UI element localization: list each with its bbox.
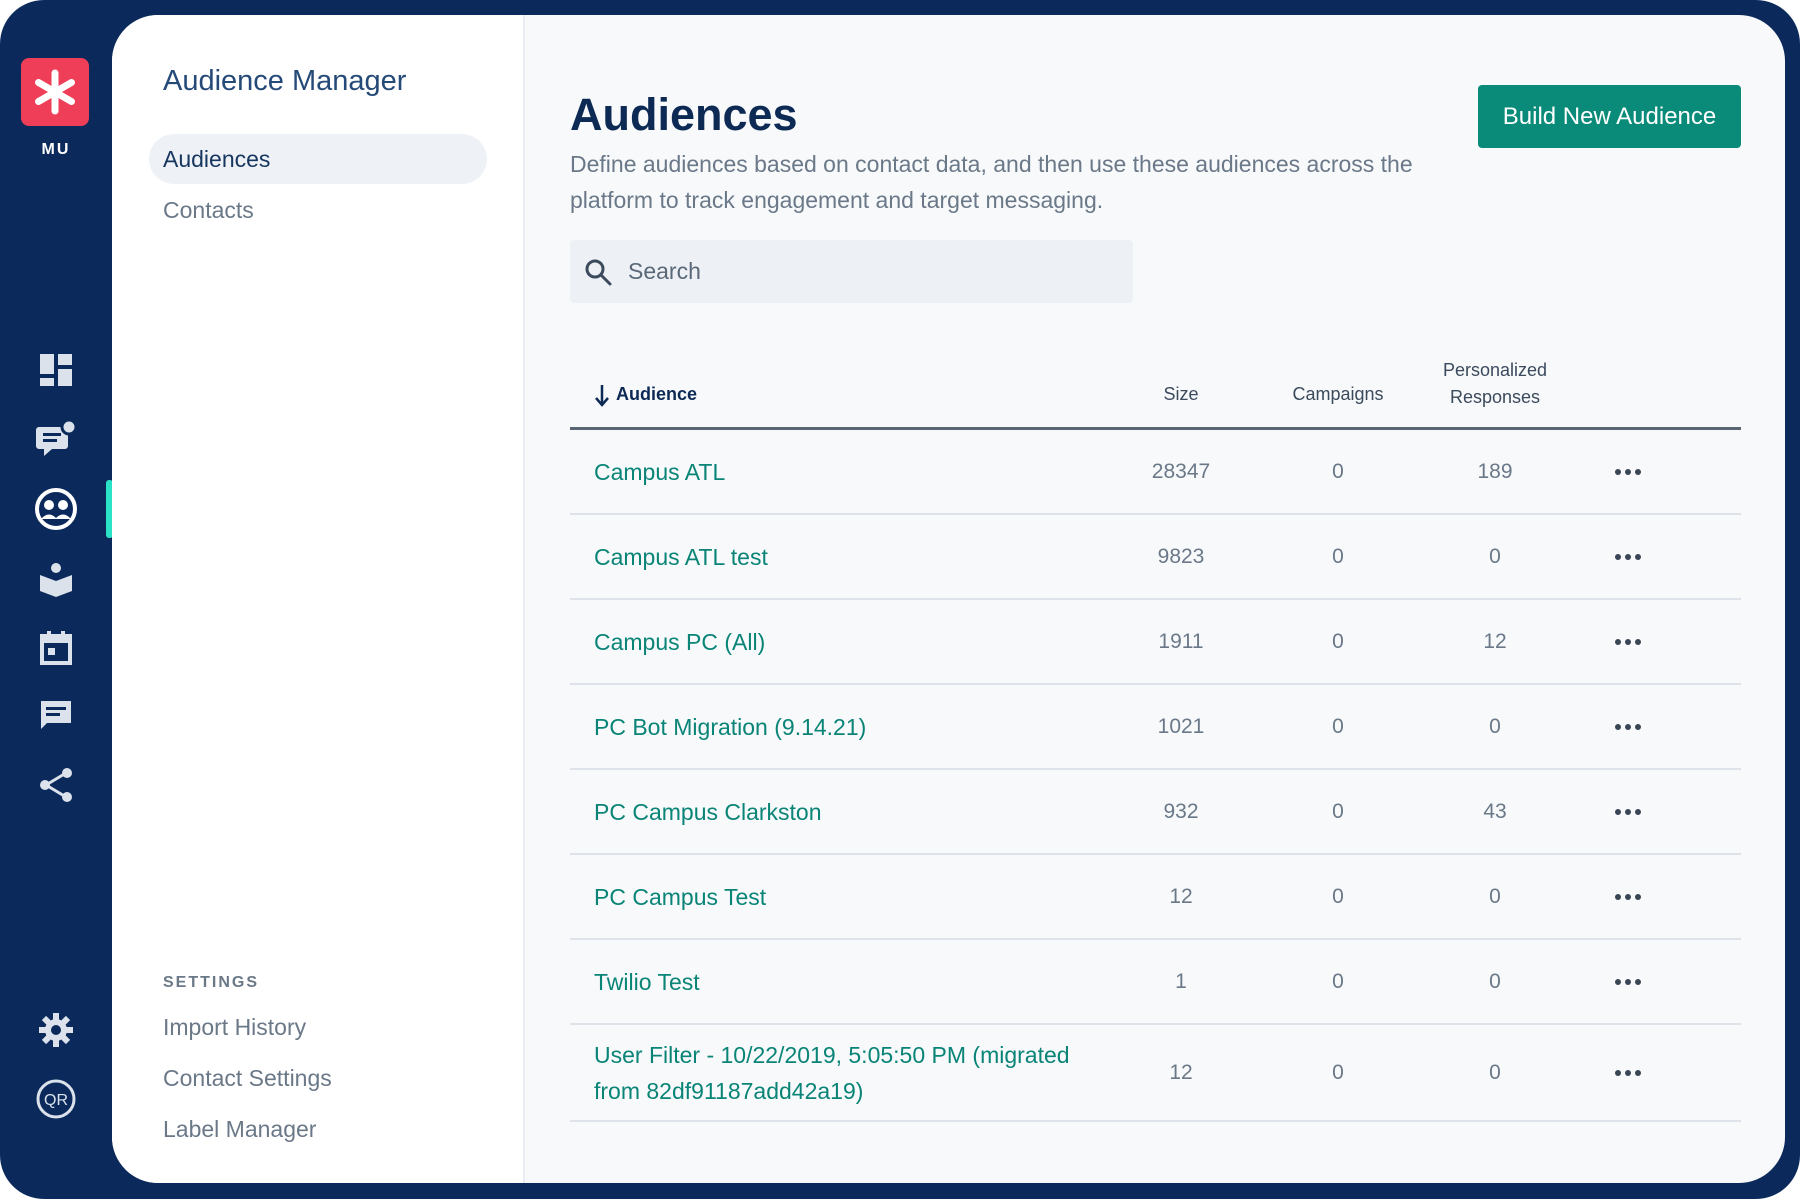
message-icon[interactable]: [33, 693, 79, 739]
size-cell: 9823: [1157, 544, 1205, 568]
responses-cell: 189: [1477, 459, 1513, 483]
size-cell: 1021: [1157, 714, 1205, 738]
column-header-size[interactable]: Size: [1121, 381, 1241, 408]
sidebar-item-audiences[interactable]: Audiences: [149, 134, 487, 184]
table-row: Twilio Test 1 0 0: [570, 940, 1741, 1025]
search-box: [570, 240, 1133, 303]
audiences-table: Audience Size Campaigns Personalized Res…: [570, 345, 1741, 1122]
search-icon: [584, 258, 612, 286]
audience-icon[interactable]: [33, 486, 79, 532]
table-row: Campus PC (All) 1911 0 12: [570, 600, 1741, 685]
content-panel: Audience Manager Audiences Contacts SETT…: [112, 15, 1785, 1183]
audience-name-link[interactable]: Campus PC (All): [594, 600, 1074, 683]
sort-down-arrow-icon: [595, 384, 609, 407]
campaigns-cell: 0: [1332, 884, 1344, 908]
responses-cell: 0: [1489, 544, 1501, 568]
settings-heading: SETTINGS: [163, 974, 260, 991]
more-options-icon[interactable]: [1588, 515, 1668, 598]
size-cell: 12: [1169, 1060, 1193, 1084]
sidebar-title: Audience Manager: [163, 65, 407, 97]
column-header-campaigns[interactable]: Campaigns: [1278, 381, 1398, 408]
column-header-responses-line1: Personalized: [1442, 360, 1548, 380]
table-row: Campus ATL test 9823 0 0: [570, 515, 1741, 600]
more-options-icon[interactable]: [1588, 1025, 1668, 1120]
svg-text:QR: QR: [44, 1092, 68, 1109]
table-row: PC Campus Test 12 0 0: [570, 855, 1741, 940]
column-header-personalized-responses[interactable]: Personalized Responses: [1415, 357, 1575, 411]
audience-name-link[interactable]: PC Campus Clarkston: [594, 770, 1074, 853]
column-header-audience[interactable]: Audience: [594, 381, 697, 408]
org-initials: MU: [41, 141, 71, 158]
sidebar-item-import-history[interactable]: Import History: [163, 1014, 306, 1041]
responses-cell: 0: [1489, 1060, 1501, 1084]
page-description: Define audiences based on contact data, …: [570, 151, 1413, 213]
audience-name-link[interactable]: PC Bot Migration (9.14.21): [594, 685, 1074, 768]
audience-name-link[interactable]: Campus ATL test: [594, 515, 1074, 598]
more-options-icon[interactable]: [1588, 940, 1668, 1023]
more-options-icon[interactable]: [1588, 685, 1668, 768]
campaigns-cell: 0: [1332, 969, 1344, 993]
responses-cell: 12: [1483, 629, 1507, 653]
audience-name-link[interactable]: User Filter - 10/22/2019, 5:05:50 PM (mi…: [594, 1025, 1074, 1120]
responses-cell: 0: [1489, 969, 1501, 993]
campaigns-cell: 0: [1332, 799, 1344, 823]
audience-name-link[interactable]: Campus ATL: [594, 430, 1074, 513]
table-row: User Filter - 10/22/2019, 5:05:50 PM (mi…: [570, 1025, 1741, 1122]
more-options-icon[interactable]: [1588, 855, 1668, 938]
table-row: PC Bot Migration (9.14.21) 1021 0 0: [570, 685, 1741, 770]
column-header-audience-label: Audience: [616, 384, 698, 404]
main-content: Audiences Define audiences based on cont…: [523, 15, 1785, 1183]
responses-cell: 43: [1483, 799, 1507, 823]
table-header: Audience Size Campaigns Personalized Res…: [570, 345, 1741, 430]
size-cell: 1911: [1158, 629, 1204, 653]
secondary-sidebar: Audience Manager Audiences Contacts SETT…: [112, 15, 525, 1183]
chat-bubbles-icon[interactable]: [33, 416, 79, 462]
asterisk-logo-icon: [35, 69, 75, 115]
more-options-icon[interactable]: [1588, 430, 1668, 513]
search-input[interactable]: [626, 257, 1110, 286]
campaigns-cell: 0: [1332, 714, 1344, 738]
sidebar-item-contact-settings[interactable]: Contact Settings: [163, 1065, 332, 1092]
more-options-icon[interactable]: [1588, 770, 1668, 853]
sidebar-item-contacts[interactable]: Contacts: [149, 185, 487, 235]
sidebar-item-label-manager[interactable]: Label Manager: [163, 1116, 316, 1143]
app-logo[interactable]: [21, 58, 89, 126]
campaigns-cell: 0: [1332, 459, 1344, 483]
campaigns-cell: 0: [1332, 544, 1344, 568]
page-title: Audiences: [570, 89, 798, 140]
more-options-icon[interactable]: [1588, 600, 1668, 683]
campaigns-cell: 0: [1332, 1060, 1344, 1084]
audience-name-link[interactable]: PC Campus Test: [594, 855, 1074, 938]
icon-rail: MU QR: [0, 0, 113, 1199]
table-row: Campus ATL 28347 0 189: [570, 430, 1741, 515]
gear-icon[interactable]: [33, 1007, 79, 1053]
audience-name-link[interactable]: Twilio Test: [594, 940, 1074, 1023]
build-new-audience-button[interactable]: Build New Audience: [1478, 85, 1741, 148]
table-body: Campus ATL 28347 0 189 Campus ATL test 9…: [570, 430, 1741, 1122]
column-header-responses-line2: Responses: [1449, 387, 1541, 407]
campaigns-cell: 0: [1332, 629, 1344, 653]
app-frame: MU QR Audience Manager Audiences Contact…: [0, 0, 1800, 1199]
size-cell: 28347: [1151, 459, 1211, 483]
size-cell: 1: [1175, 969, 1187, 993]
calendar-icon[interactable]: [33, 625, 79, 671]
qr-icon[interactable]: QR: [33, 1076, 79, 1122]
book-icon[interactable]: [33, 556, 79, 602]
dashboard-icon[interactable]: [33, 347, 79, 393]
responses-cell: 0: [1489, 884, 1501, 908]
table-row: PC Campus Clarkston 932 0 43: [570, 770, 1741, 855]
responses-cell: 0: [1489, 714, 1501, 738]
size-cell: 12: [1169, 884, 1193, 908]
share-icon[interactable]: [33, 762, 79, 808]
size-cell: 932: [1163, 799, 1199, 823]
